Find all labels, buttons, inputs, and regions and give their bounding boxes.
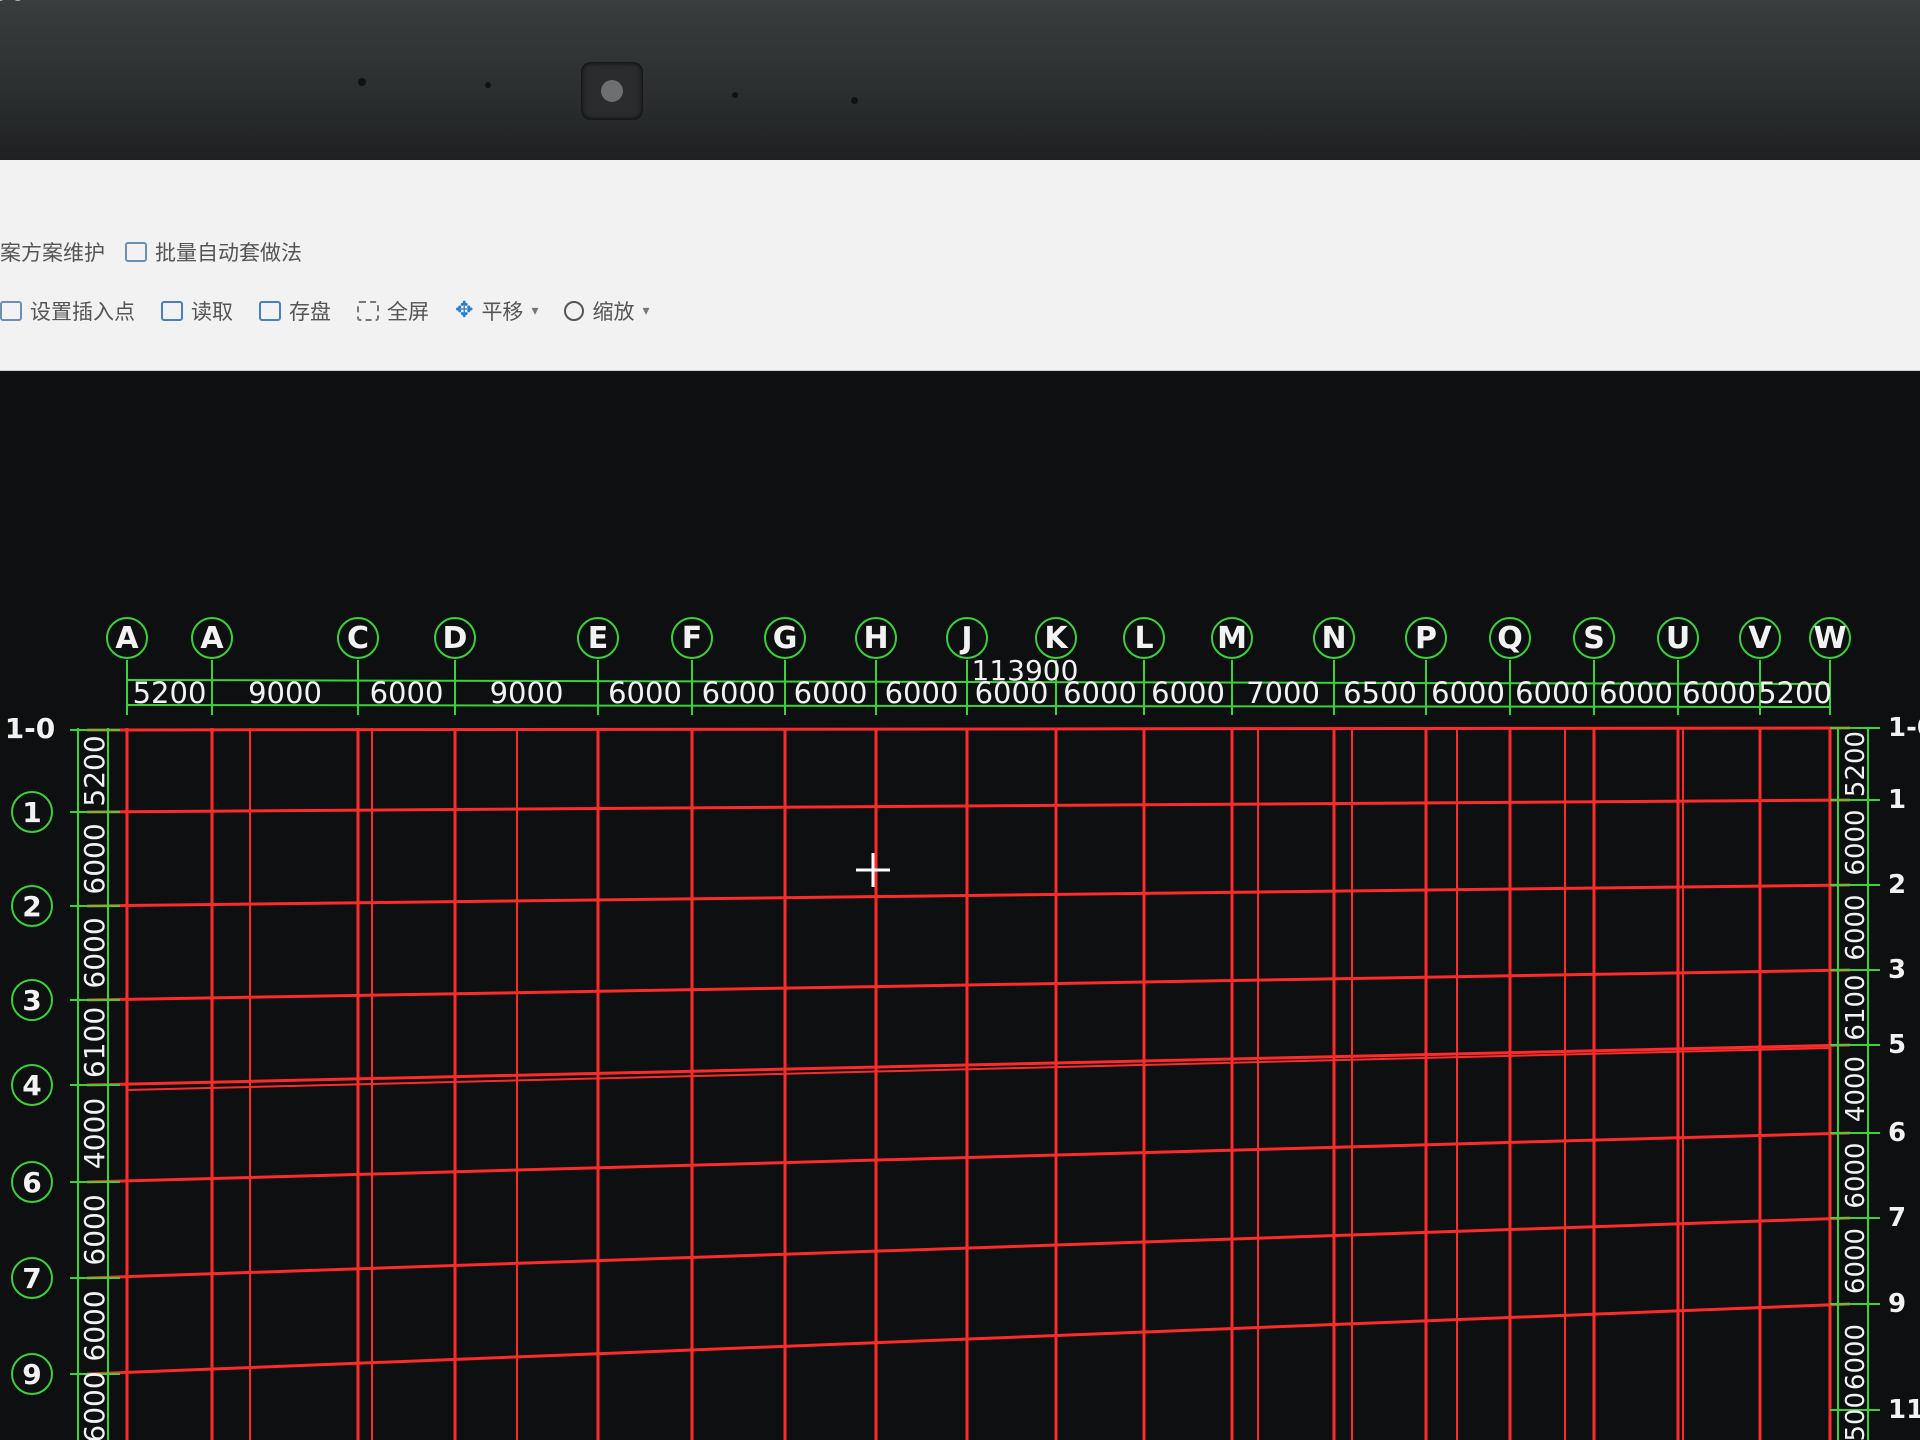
column-spacing-label: 5200 <box>133 676 207 710</box>
row-axis-label: 9 <box>1888 1289 1906 1319</box>
row-axis-label: 5 <box>1888 1030 1906 1060</box>
row-axis-label: 3 <box>1888 955 1906 985</box>
row-axis-label: 2 <box>1888 870 1906 900</box>
column-axis-label: S <box>1583 621 1605 656</box>
column-axis-label: J <box>959 621 972 656</box>
column-axis-label: K <box>1044 621 1069 656</box>
axis-line-horizontal <box>86 726 1851 732</box>
row-axis-label: 1-0 <box>1888 713 1920 743</box>
column-spacing-label: 6000 <box>1151 676 1225 710</box>
column-axis-label: U <box>1666 621 1690 656</box>
axis-line-secondary <box>126 1047 1831 1091</box>
column-spacing-label: 9000 <box>490 676 564 710</box>
column-axis-label: Q <box>1497 621 1523 656</box>
row-spacing-label: 6100 <box>78 1007 111 1078</box>
axis-grid-drawing[interactable]: A A C D E F G H J K L M N P Q S U V W5200 9000 6000 9000 6000 6… <box>0 0 1920 1440</box>
column-axis-label: E <box>588 621 609 656</box>
column-spacing-label: 6500 <box>1343 676 1417 710</box>
row-spacing-label: 4000 <box>1841 1056 1871 1122</box>
row-spacing-label: 6000 <box>78 917 111 988</box>
column-axis-label: V <box>1748 621 1772 656</box>
row-spacing-label: 6000 <box>78 1290 111 1361</box>
column-axis-label: C <box>347 621 369 656</box>
row-spacing-label: 6000 <box>78 1371 111 1440</box>
column-spacing-label: 6000 <box>794 676 868 710</box>
row-spacing-label: 6000 <box>1841 1142 1871 1208</box>
column-axis-label: L <box>1134 621 1153 656</box>
column-spacing-label: 6000 <box>702 676 776 710</box>
row-spacing-label: 6000 <box>78 1194 111 1265</box>
column-spacing-label: 6000 <box>1682 676 1756 710</box>
column-spacing-label: 6000 <box>1599 676 1673 710</box>
row-axis-label: 2 <box>22 890 41 923</box>
row-spacing-label: 7500 <box>1841 1392 1871 1440</box>
column-axis-label: M <box>1217 621 1247 656</box>
row-axis-label: 1 <box>1888 785 1906 815</box>
column-spacing-label: 6000 <box>1431 676 1505 710</box>
row-axis-label: 7 <box>22 1262 41 1295</box>
total-length-label: 113900 <box>972 654 1079 687</box>
row-axis-label: 9 <box>22 1358 41 1391</box>
column-spacing-label: 6000 <box>1515 676 1589 710</box>
row-spacing-label: 6100 <box>1841 974 1871 1040</box>
column-axis-label: N <box>1321 621 1346 656</box>
column-axis-label: A <box>115 621 139 656</box>
row-spacing-label: 6000 <box>1841 1228 1871 1294</box>
row-axis-label: 6 <box>22 1166 41 1199</box>
column-axis-label: F <box>682 621 703 656</box>
row-spacing-label: 6000 <box>1841 809 1871 875</box>
row-axis-label: 11 <box>1888 1395 1920 1425</box>
column-spacing-label: 5200 <box>1758 676 1832 710</box>
column-axis-label: P <box>1415 621 1437 656</box>
column-axis-label: H <box>863 621 888 656</box>
row-axis-label: 7 <box>1888 1203 1906 1233</box>
column-axis-label: G <box>773 621 798 656</box>
column-spacing-label: 9000 <box>248 676 322 710</box>
row-spacing-label: 4000 <box>78 1098 111 1169</box>
row-spacing-label: 6000 <box>1841 894 1871 960</box>
column-spacing-label: 7000 <box>1246 676 1320 710</box>
column-axis-label: W <box>1813 621 1846 656</box>
row-axis-label: 6 <box>1888 1118 1906 1148</box>
row-spacing-label: 6000 <box>78 823 111 894</box>
row-axis-label: 1 <box>22 796 41 829</box>
row-spacing-label: 6000 <box>1841 1324 1871 1390</box>
column-spacing-label: 6000 <box>885 676 959 710</box>
row-spacing-label: 000 <box>0 0 27 7</box>
column-axis-label: D <box>443 621 468 656</box>
row-spacing-label: 5200 <box>78 735 111 806</box>
column-spacing-label: 6000 <box>370 676 444 710</box>
row-spacing-label: 5200 <box>1841 731 1871 797</box>
column-axis-label: A <box>200 621 224 656</box>
column-spacing-label: 6000 <box>608 676 682 710</box>
row-axis-label: 1-0 <box>5 712 56 745</box>
row-axis-label: 3 <box>22 984 41 1017</box>
row-axis-label: 4 <box>22 1069 41 1102</box>
